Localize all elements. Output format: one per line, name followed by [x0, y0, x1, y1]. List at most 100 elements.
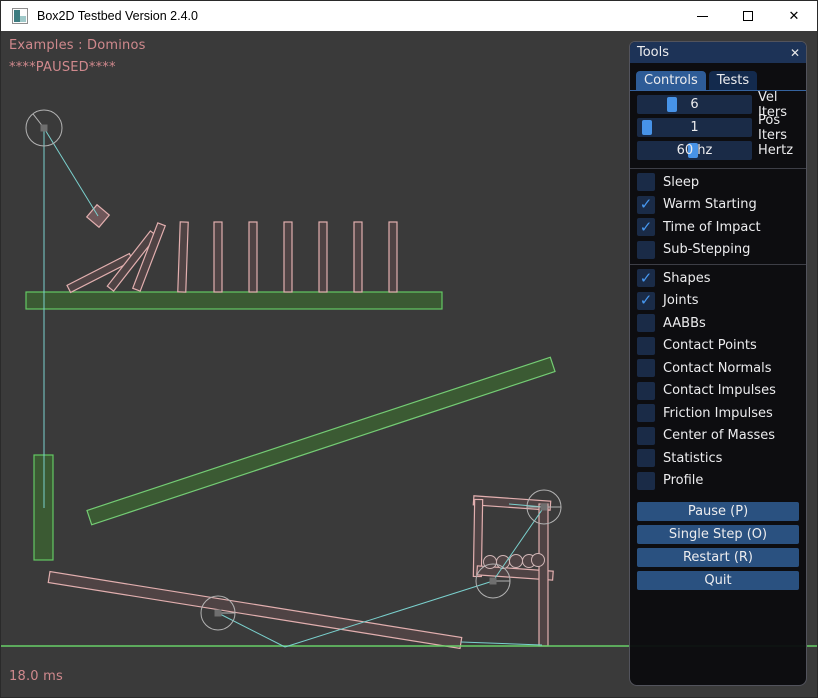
checkbox-time-of-impact[interactable]: ✓ Time of Impact: [637, 218, 806, 236]
ball-1: [484, 556, 497, 569]
checkbox-sub-stepping[interactable]: ✓ Sub-Stepping: [637, 241, 806, 259]
frame-right-post: [539, 504, 548, 646]
checkbox-contact-normals[interactable]: ✓ Contact Normals: [637, 359, 806, 377]
checkbox-statistics[interactable]: ✓ Statistics: [637, 449, 806, 467]
checkbox-sleep[interactable]: ✓ Sleep: [637, 173, 806, 191]
domino-3: [249, 222, 257, 292]
slider-track-hertz[interactable]: 60 hz: [637, 141, 752, 160]
checkbox-box[interactable]: ✓: [637, 337, 655, 355]
checkbox-label: Contact Points: [663, 338, 757, 353]
tools-panel-title: Tools: [637, 45, 669, 60]
checkbox-label: Shapes: [663, 271, 710, 286]
draw-options: ✓ Shapes ✓ Joints ✓ AABBs ✓ Contact Points ✓ Cont…: [630, 269, 806, 494]
checkbox-box[interactable]: ✓: [637, 449, 655, 467]
example-label: Examples : Dominos: [9, 38, 146, 53]
slider-rows: 6Vel Iters1Pos Iters60 hzHertz: [630, 95, 806, 164]
close-button[interactable]: ✕: [771, 1, 817, 31]
tab-bar: Controls Tests: [630, 69, 806, 91]
ball-3: [510, 555, 523, 568]
minimize-icon: [697, 16, 708, 17]
checkbox-contact-points[interactable]: ✓ Contact Points: [637, 337, 806, 355]
tab-controls[interactable]: Controls: [636, 71, 706, 90]
checkbox-box[interactable]: ✓: [637, 314, 655, 332]
checkbox-label: Time of Impact: [663, 220, 761, 235]
window-title: Box2D Testbed Version 2.4.0: [37, 9, 198, 23]
solver-options: ✓ Sleep ✓ Warm Starting ✓ Time of Impact ✓ Sub-…: [630, 173, 806, 263]
separator: [630, 168, 806, 169]
app-icon: [12, 8, 28, 24]
checkbox-center-of-masses[interactable]: ✓ Center of Masses: [637, 427, 806, 445]
checkbox-label: Joints: [663, 293, 699, 308]
app-window: Examples : Dominos ****PAUSED**** 18.0 m…: [0, 0, 818, 698]
close-icon: ✕: [789, 10, 800, 23]
maximize-button[interactable]: [725, 1, 771, 31]
checkbox-box[interactable]: ✓: [637, 196, 655, 214]
checkbox-box[interactable]: ✓: [637, 427, 655, 445]
checkmark-icon: ✓: [640, 271, 653, 286]
domino-2: [214, 222, 222, 292]
quit-button[interactable]: Quit: [637, 571, 799, 590]
checkbox-friction-impulses[interactable]: ✓ Friction Impulses: [637, 404, 806, 422]
pause-p-button[interactable]: Pause (P): [637, 502, 799, 521]
checkbox-box[interactable]: ✓: [637, 241, 655, 259]
checkbox-label: Sub-Stepping: [663, 242, 750, 257]
checkbox-aabbs[interactable]: ✓ AABBs: [637, 314, 806, 332]
ball-5: [532, 554, 545, 567]
checkbox-box[interactable]: ✓: [637, 292, 655, 310]
seesaw-plank: [48, 572, 461, 649]
checkbox-box[interactable]: ✓: [637, 404, 655, 422]
slider-track-vel-iters[interactable]: 6: [637, 95, 752, 114]
slider-label: Pos Iters: [758, 113, 806, 143]
slider-hertz: 60 hz Hertz: [637, 141, 806, 160]
tools-panel-close-icon[interactable]: ✕: [790, 46, 800, 60]
checkbox-label: AABBs: [663, 316, 706, 331]
domino-1: [178, 222, 188, 292]
joint-ground-link: [461, 642, 542, 645]
slider-value: 6: [637, 95, 752, 114]
restart-r-button[interactable]: Restart (R): [637, 548, 799, 567]
checkmark-icon: ✓: [640, 220, 653, 235]
slider-pos-iters: 1Pos Iters: [637, 118, 806, 137]
domino-7: [389, 222, 397, 292]
checkbox-label: Contact Normals: [663, 361, 772, 376]
minimize-button[interactable]: [679, 1, 725, 31]
checkbox-box[interactable]: ✓: [637, 173, 655, 191]
tools-panel: Tools ✕ Controls Tests 6Vel Iters1Pos It…: [629, 41, 807, 686]
checkbox-box[interactable]: ✓: [637, 472, 655, 490]
checkbox-label: Friction Impulses: [663, 406, 773, 421]
checkbox-label: Center of Masses: [663, 428, 775, 443]
checkmark-icon: ✓: [640, 197, 653, 212]
checkbox-label: Statistics: [663, 451, 722, 466]
window-titlebar[interactable]: Box2D Testbed Version 2.4.0 ✕: [1, 1, 817, 31]
checkbox-contact-impulses[interactable]: ✓ Contact Impulses: [637, 382, 806, 400]
domino-platform: [26, 292, 442, 309]
slider-track-pos-iters[interactable]: 1: [637, 118, 752, 137]
checkbox-label: Profile: [663, 473, 703, 488]
tools-panel-titlebar[interactable]: Tools ✕: [630, 42, 806, 63]
paused-label: ****PAUSED****: [9, 60, 116, 75]
checkbox-box[interactable]: ✓: [637, 218, 655, 236]
tab-tests[interactable]: Tests: [709, 71, 757, 90]
checkbox-box[interactable]: ✓: [637, 269, 655, 287]
slider-value: 1: [637, 118, 752, 137]
slider-label: Hertz: [758, 143, 793, 158]
checkbox-shapes[interactable]: ✓ Shapes: [637, 269, 806, 287]
frame-left-post: [473, 499, 482, 576]
checkbox-box[interactable]: ✓: [637, 359, 655, 377]
checkmark-icon: ✓: [640, 293, 653, 308]
slider-vel-iters: 6Vel Iters: [637, 95, 806, 114]
checkbox-label: Contact Impulses: [663, 383, 776, 398]
checkbox-profile[interactable]: ✓ Profile: [637, 472, 806, 490]
checkbox-warm-starting[interactable]: ✓ Warm Starting: [637, 196, 806, 214]
checkbox-label: Sleep: [663, 175, 699, 190]
single-step-o-button[interactable]: Single Step (O): [637, 525, 799, 544]
checkbox-box[interactable]: ✓: [637, 382, 655, 400]
joint-box-rope: [44, 128, 98, 216]
domino-5: [319, 222, 327, 292]
domino-4: [284, 222, 292, 292]
checkbox-joints[interactable]: ✓ Joints: [637, 292, 806, 310]
checkbox-label: Warm Starting: [663, 197, 757, 212]
domino-6: [354, 222, 362, 292]
action-buttons: Pause (P) Single Step (O) Restart (R) Quit: [630, 502, 806, 594]
separator: [630, 264, 806, 265]
